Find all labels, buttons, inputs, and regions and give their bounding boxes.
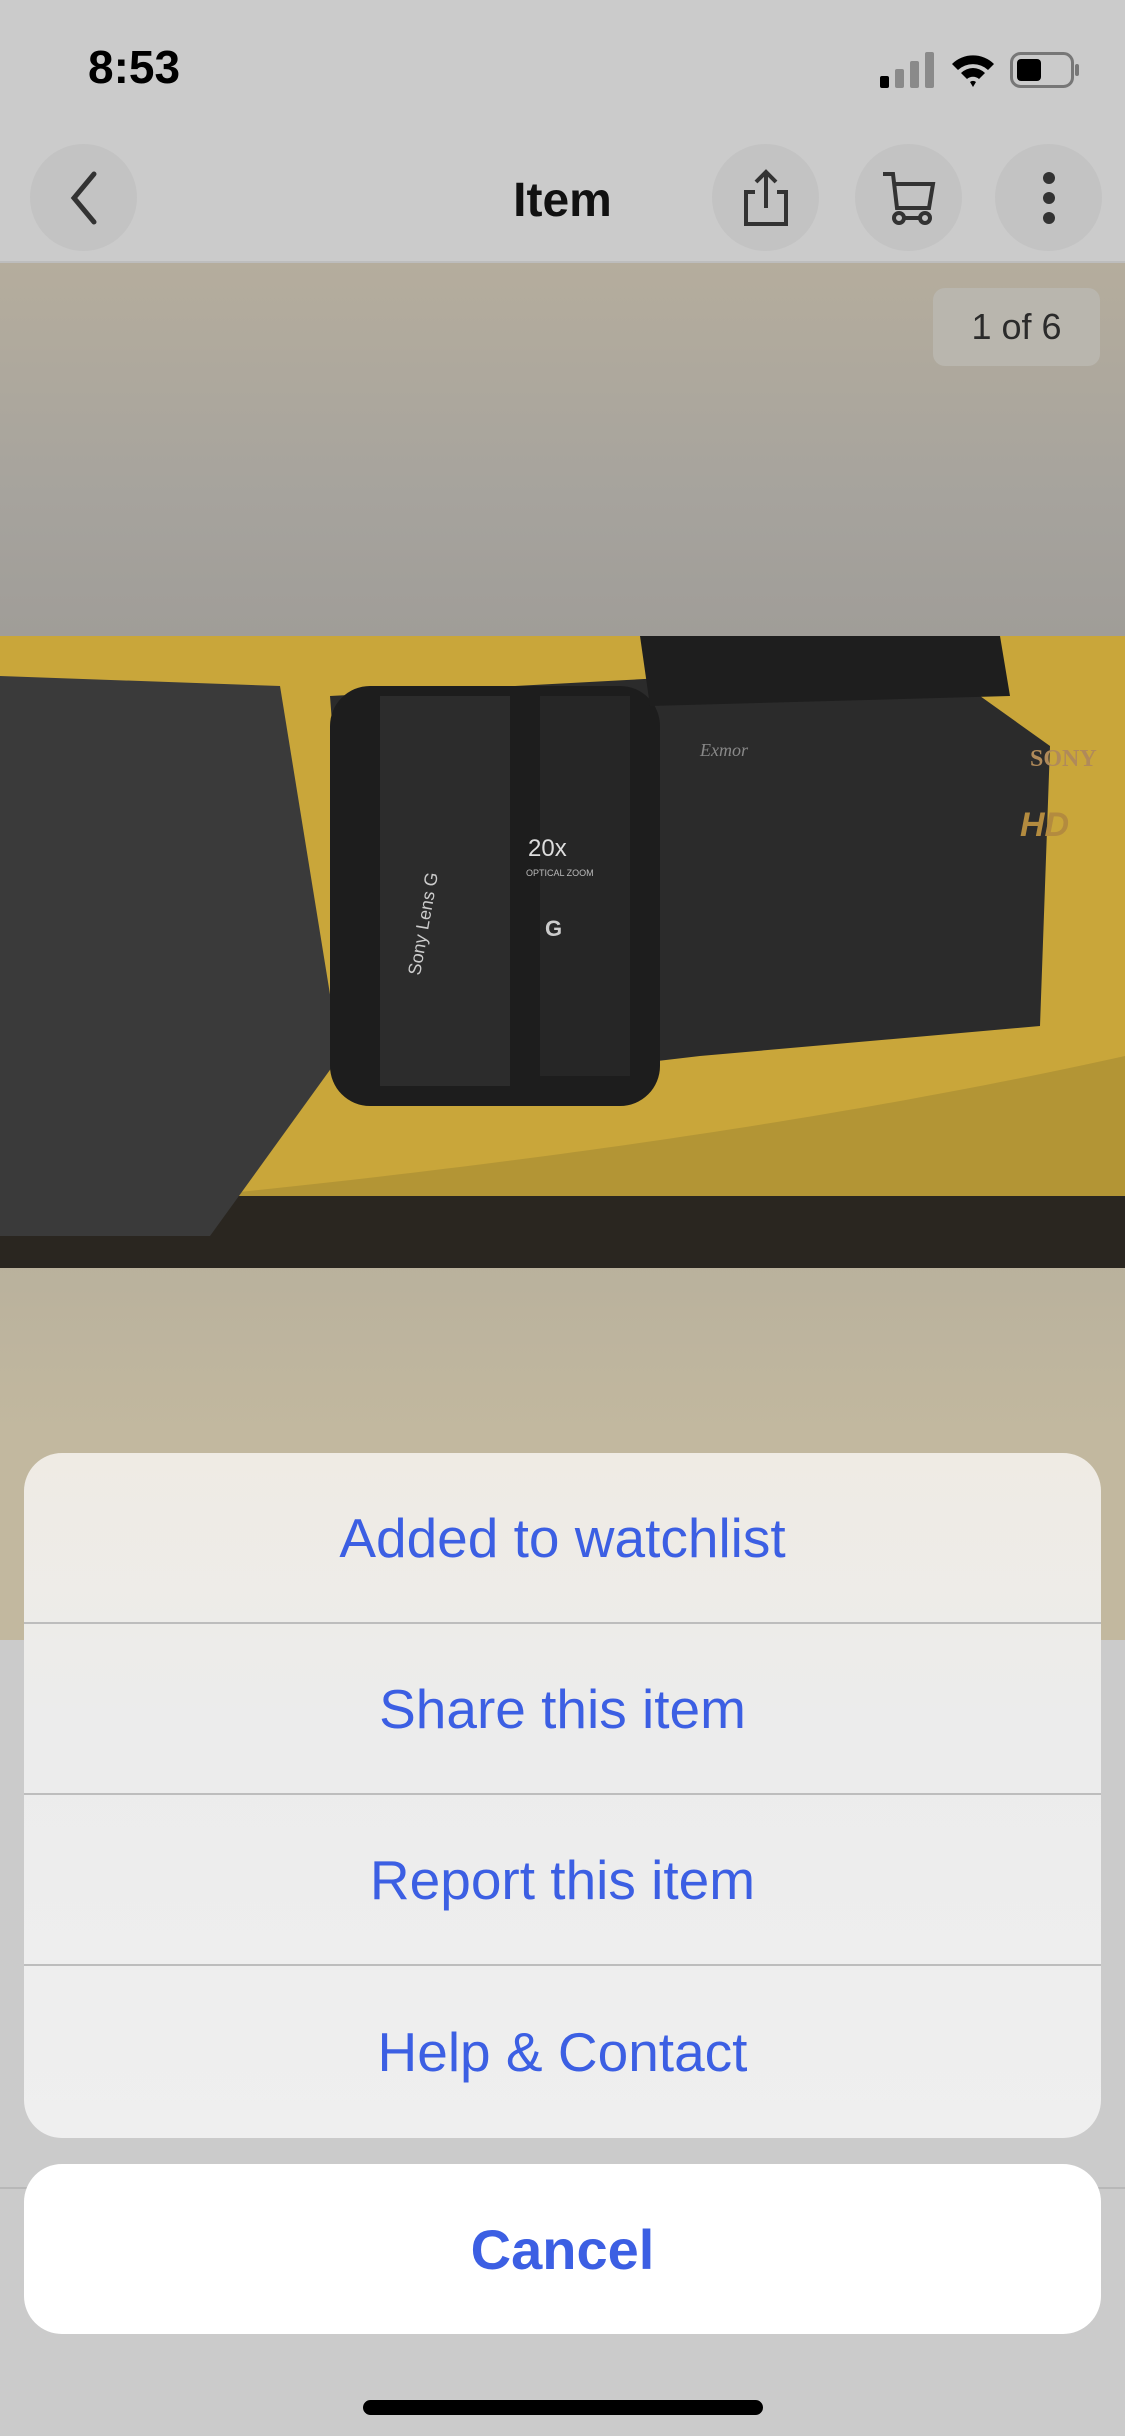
zoom-sub-text: OPTICAL ZOOM (526, 868, 594, 878)
battery-icon (1010, 52, 1079, 88)
share-icon (743, 168, 788, 226)
brand-text: SONY (1030, 746, 1097, 772)
nav-bar: Item (0, 135, 1125, 263)
product-photo[interactable]: SONY HD Exmor 20x OPTICAL ZOOM G Sony Le… (0, 636, 1125, 1268)
cart-button[interactable] (855, 144, 962, 251)
more-vertical-icon (1042, 171, 1055, 224)
home-indicator[interactable] (363, 2400, 763, 2415)
g-text: G (545, 916, 562, 941)
action-report-item[interactable]: Report this item (24, 1795, 1101, 1966)
action-share-item[interactable]: Share this item (24, 1624, 1101, 1795)
action-sheet: Added to watchlist Share this item Repor… (24, 1453, 1101, 2138)
image-counter: 1 of 6 (933, 288, 1100, 366)
wifi-icon (952, 55, 994, 87)
cart-icon (882, 171, 935, 225)
more-options-button[interactable] (995, 144, 1102, 251)
status-bar: 8:53 (0, 0, 1125, 135)
image-gallery[interactable]: 1 of 6 SONY HD Exmor 20x OPTICAL ZOOM G … (0, 263, 1125, 1640)
share-button[interactable] (712, 144, 819, 251)
status-time: 8:53 (88, 41, 181, 93)
hd-text: HD (1020, 806, 1069, 844)
cancel-button[interactable]: Cancel (24, 2164, 1101, 2334)
action-help-contact[interactable]: Help & Contact (24, 1966, 1101, 2137)
exmor-text: Exmor (699, 740, 749, 760)
action-added-to-watchlist[interactable]: Added to watchlist (24, 1453, 1101, 1624)
cellular-signal-icon (880, 52, 934, 88)
zoom-text: 20x (528, 835, 567, 862)
